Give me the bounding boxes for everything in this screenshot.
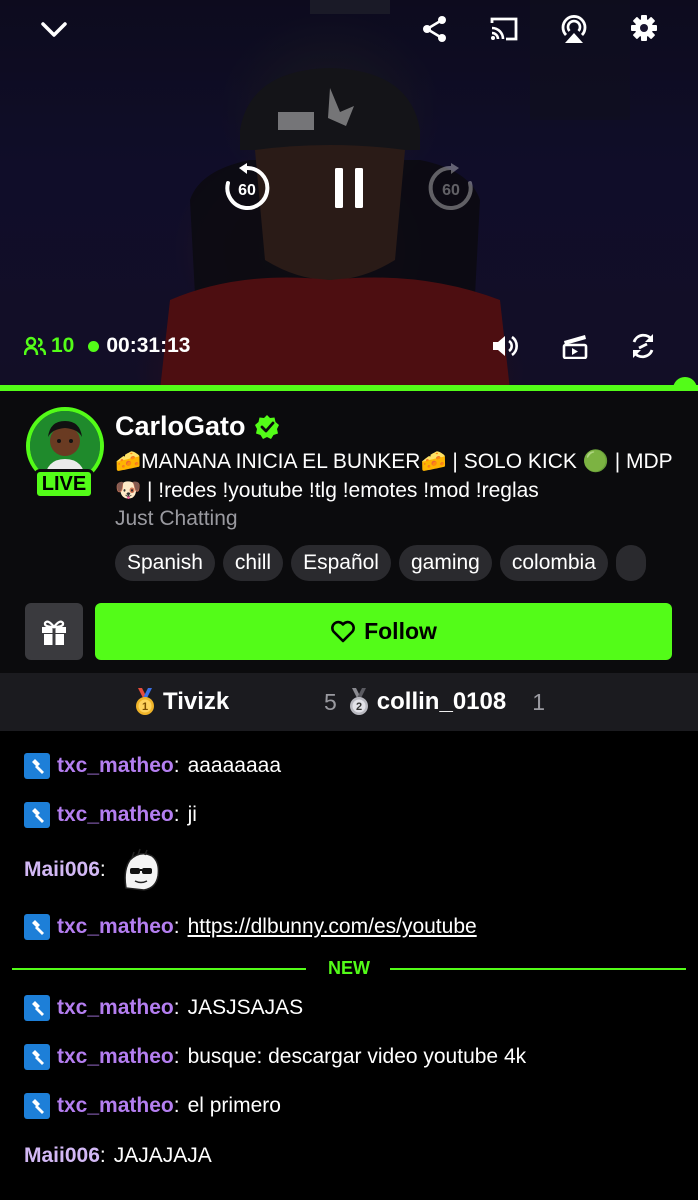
forward-seconds-label: 60 — [442, 182, 460, 199]
live-dot — [88, 340, 100, 352]
tag-chip-overflow[interactable] — [615, 545, 646, 581]
chat-message[interactable]: txc_matheo: ji — [24, 800, 197, 830]
hammer-icon — [24, 1093, 50, 1119]
chat-text: ji — [187, 803, 197, 826]
chat-text: JASJSAJAS — [187, 996, 304, 1019]
chat-username[interactable]: txc_matheo — [57, 1045, 174, 1069]
clip-icon — [562, 335, 588, 359]
rewind-seconds-label: 60 — [238, 182, 256, 199]
tag-chip[interactable]: Spanish — [115, 545, 215, 581]
chat-message[interactable]: txc_matheo: busque: descargar video yout… — [24, 1042, 526, 1072]
rewind-button[interactable]: 60 — [222, 163, 272, 213]
live-stats: 10 00:31:13 — [24, 333, 190, 359]
chat-message[interactable]: Maii006: JAJAJAJA — [24, 1141, 212, 1171]
chat-username[interactable]: txc_matheo — [57, 754, 174, 778]
tag-chip[interactable]: gaming — [398, 545, 492, 581]
minimize-button[interactable] — [36, 12, 72, 46]
hammer-icon — [24, 995, 50, 1021]
silver-medal-icon: 2 — [349, 688, 368, 715]
stream-uptime: 00:31:13 — [88, 334, 190, 358]
tag-chip[interactable]: colombia — [499, 545, 608, 581]
leader-count: 1 — [532, 688, 546, 715]
volume-icon — [493, 335, 518, 357]
tag-chip[interactable]: chill — [222, 545, 284, 581]
hammer-icon — [24, 1044, 50, 1070]
chat-link[interactable]: https://dlbunny.com/es/youtube — [188, 915, 477, 939]
stream-category[interactable]: Just Chatting — [115, 507, 238, 531]
tag-list: Spanish chill Español gaming colombia — [115, 545, 698, 581]
verified-icon — [254, 414, 279, 439]
gift-icon — [42, 620, 66, 645]
forward-icon: 60 — [428, 163, 473, 210]
chat-username[interactable]: txc_matheo — [57, 1094, 174, 1118]
share-icon — [423, 16, 446, 42]
uptime-value: 00:31:13 — [106, 334, 191, 357]
channel-name-row: CarloGato — [115, 411, 280, 442]
divider-line — [390, 968, 686, 970]
leaderboard-entry[interactable]: 1 Tivizk — [133, 673, 229, 731]
chat-message[interactable]: Maii006: — [24, 846, 162, 894]
chat-username[interactable]: Maii006 — [24, 1144, 100, 1168]
channel-avatar[interactable]: LIVE — [26, 407, 104, 499]
chat-text: aaaaaaaa — [187, 754, 281, 777]
pause-button[interactable] — [326, 163, 372, 213]
forward-button[interactable]: 60 — [426, 163, 476, 213]
chat-username[interactable]: Maii006 — [24, 858, 100, 882]
chat-message[interactable]: txc_matheo: aaaaaaaa — [24, 751, 281, 781]
svg-text:1: 1 — [142, 701, 148, 713]
chat-username[interactable]: txc_matheo — [57, 915, 174, 939]
heart-icon — [331, 620, 356, 642]
video-player[interactable]: 60 60 10 00:31:13 — [0, 0, 698, 390]
channel-info: LIVE CarloGato 🧀MANANA INICIA EL BUNKER🧀… — [0, 391, 698, 673]
airplay-button[interactable] — [556, 12, 592, 46]
viewer-count: 10 — [24, 334, 74, 358]
stream-title: 🧀MANANA INICIA EL BUNKER🧀 | SOLO KICK 🟢 … — [115, 450, 673, 502]
live-badge: LIVE — [34, 469, 94, 499]
leader-name: Tivizk — [163, 688, 230, 715]
chat-message[interactable]: txc_matheo: el primero — [24, 1091, 281, 1121]
cast-button[interactable] — [486, 12, 522, 46]
chat-username[interactable]: txc_matheo — [57, 996, 174, 1020]
gear-icon — [631, 15, 657, 41]
viewers-icon — [24, 336, 46, 356]
new-messages-divider: NEW — [12, 957, 686, 979]
hammer-icon — [24, 914, 50, 940]
share-button[interactable] — [418, 12, 452, 46]
chat-panel[interactable]: txc_matheo: aaaaaaaa txc_matheo: ji Maii… — [0, 731, 698, 1200]
settings-button[interactable] — [626, 10, 662, 46]
follow-button[interactable]: Follow — [95, 603, 672, 660]
gift-sub-button[interactable] — [25, 603, 83, 660]
volume-button[interactable] — [488, 330, 522, 362]
rotate-button[interactable] — [626, 330, 660, 362]
hammer-icon — [24, 753, 50, 779]
follow-label: Follow — [364, 618, 437, 644]
chat-text: el primero — [187, 1094, 281, 1117]
svg-text:2: 2 — [356, 701, 362, 713]
emote-image — [124, 848, 159, 891]
hammer-icon — [24, 802, 50, 828]
gold-medal-icon: 1 — [136, 688, 154, 715]
rewind-icon: 60 — [225, 163, 270, 210]
leaderboard-entry[interactable]: 5 2 collin_0108 1 — [324, 673, 545, 731]
airplay-icon — [561, 15, 587, 43]
chat-username[interactable]: txc_matheo — [57, 803, 174, 827]
chat-message[interactable]: txc_matheo: JASJSAJAS — [24, 993, 303, 1023]
chat-text: JAJAJAJA — [113, 1144, 212, 1167]
channel-name[interactable]: CarloGato — [115, 411, 246, 442]
tag-chip[interactable]: Español — [291, 545, 391, 581]
chat-text: busque: descargar video youtube 4k — [187, 1045, 527, 1068]
gift-leaderboard: 1 Tivizk 5 2 collin_0108 1 — [0, 673, 698, 731]
clip-button[interactable] — [558, 330, 592, 362]
cast-icon — [490, 17, 518, 41]
chat-message[interactable]: txc_matheo: https://dlbunny.com/es/youtu… — [24, 912, 477, 942]
leader-count: 5 — [324, 688, 337, 715]
viewer-count-value: 10 — [51, 334, 75, 357]
rotate-icon — [632, 333, 654, 359]
chevron-down-icon — [41, 22, 67, 37]
leader-name: collin_0108 — [376, 688, 507, 715]
pause-icon — [335, 168, 363, 208]
